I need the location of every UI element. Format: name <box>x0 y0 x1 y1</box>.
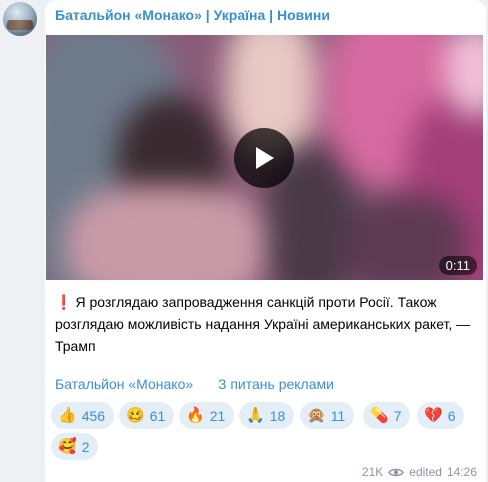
exclamation-icon: ❗ <box>55 294 73 310</box>
reaction-pill[interactable]: 💊 7 <box>363 402 411 429</box>
video-preview[interactable]: 0:11 <box>46 35 483 280</box>
message-body: Я розглядаю запровадження санкцій проти … <box>55 294 471 354</box>
channel-avatar[interactable] <box>3 2 37 36</box>
thumbs-up-icon: 👍 <box>58 407 77 424</box>
message-bubble: Батальйон «Монако» | Україна | Новини 0:… <box>45 0 486 482</box>
video-duration: 0:11 <box>438 256 477 275</box>
reaction-folded-hands[interactable]: 🙏 18 <box>239 402 295 429</box>
reaction-woozy-face[interactable]: 🥴 61 <box>119 402 175 429</box>
reaction-thumbs-up[interactable]: 👍 456 <box>51 402 115 429</box>
reaction-count: 6 <box>447 407 456 424</box>
broken-heart-icon: 💔 <box>424 407 443 424</box>
eye-icon <box>388 468 405 476</box>
reaction-speak-no-evil-monkey[interactable]: 🙊 11 <box>300 402 355 429</box>
reaction-smiling-face-with-hearts[interactable]: 🥰 2 <box>51 433 99 460</box>
message-meta: 21K edited 14:26 <box>362 465 477 479</box>
reaction-count: 2 <box>81 438 90 455</box>
reaction-count: 21 <box>209 407 226 424</box>
reaction-count: 7 <box>393 407 402 424</box>
message-text: ❗ Я розглядаю запровадження санкцій проти… <box>55 291 475 357</box>
pill-icon: 💊 <box>370 407 389 424</box>
ads-contact-link[interactable]: З питань реклами <box>218 376 334 392</box>
reaction-count: 18 <box>269 407 286 424</box>
smiling-face-with-hearts-icon: 🥰 <box>58 438 77 455</box>
folded-hands-icon: 🙏 <box>246 407 265 424</box>
reaction-broken-heart[interactable]: 💔 6 <box>417 402 465 429</box>
fire-icon: 🔥 <box>186 407 205 424</box>
woozy-face-icon: 🥴 <box>126 407 145 424</box>
reaction-fire[interactable]: 🔥 21 <box>179 402 235 429</box>
play-button[interactable] <box>234 128 294 188</box>
signature-channel-link[interactable]: Батальйон «Монако» <box>55 376 193 392</box>
edited-label: edited <box>409 465 442 479</box>
views-count: 21K <box>361 465 384 479</box>
reaction-count: 11 <box>330 407 346 424</box>
play-icon <box>256 147 274 169</box>
channel-name[interactable]: Батальйон «Монако» | Україна | Новини <box>55 7 330 23</box>
reaction-count: 456 <box>81 407 106 424</box>
message-time: 14:26 <box>446 465 477 479</box>
reaction-count: 61 <box>149 407 166 424</box>
speak-no-evil-monkey-icon: 🙊 <box>307 407 326 424</box>
